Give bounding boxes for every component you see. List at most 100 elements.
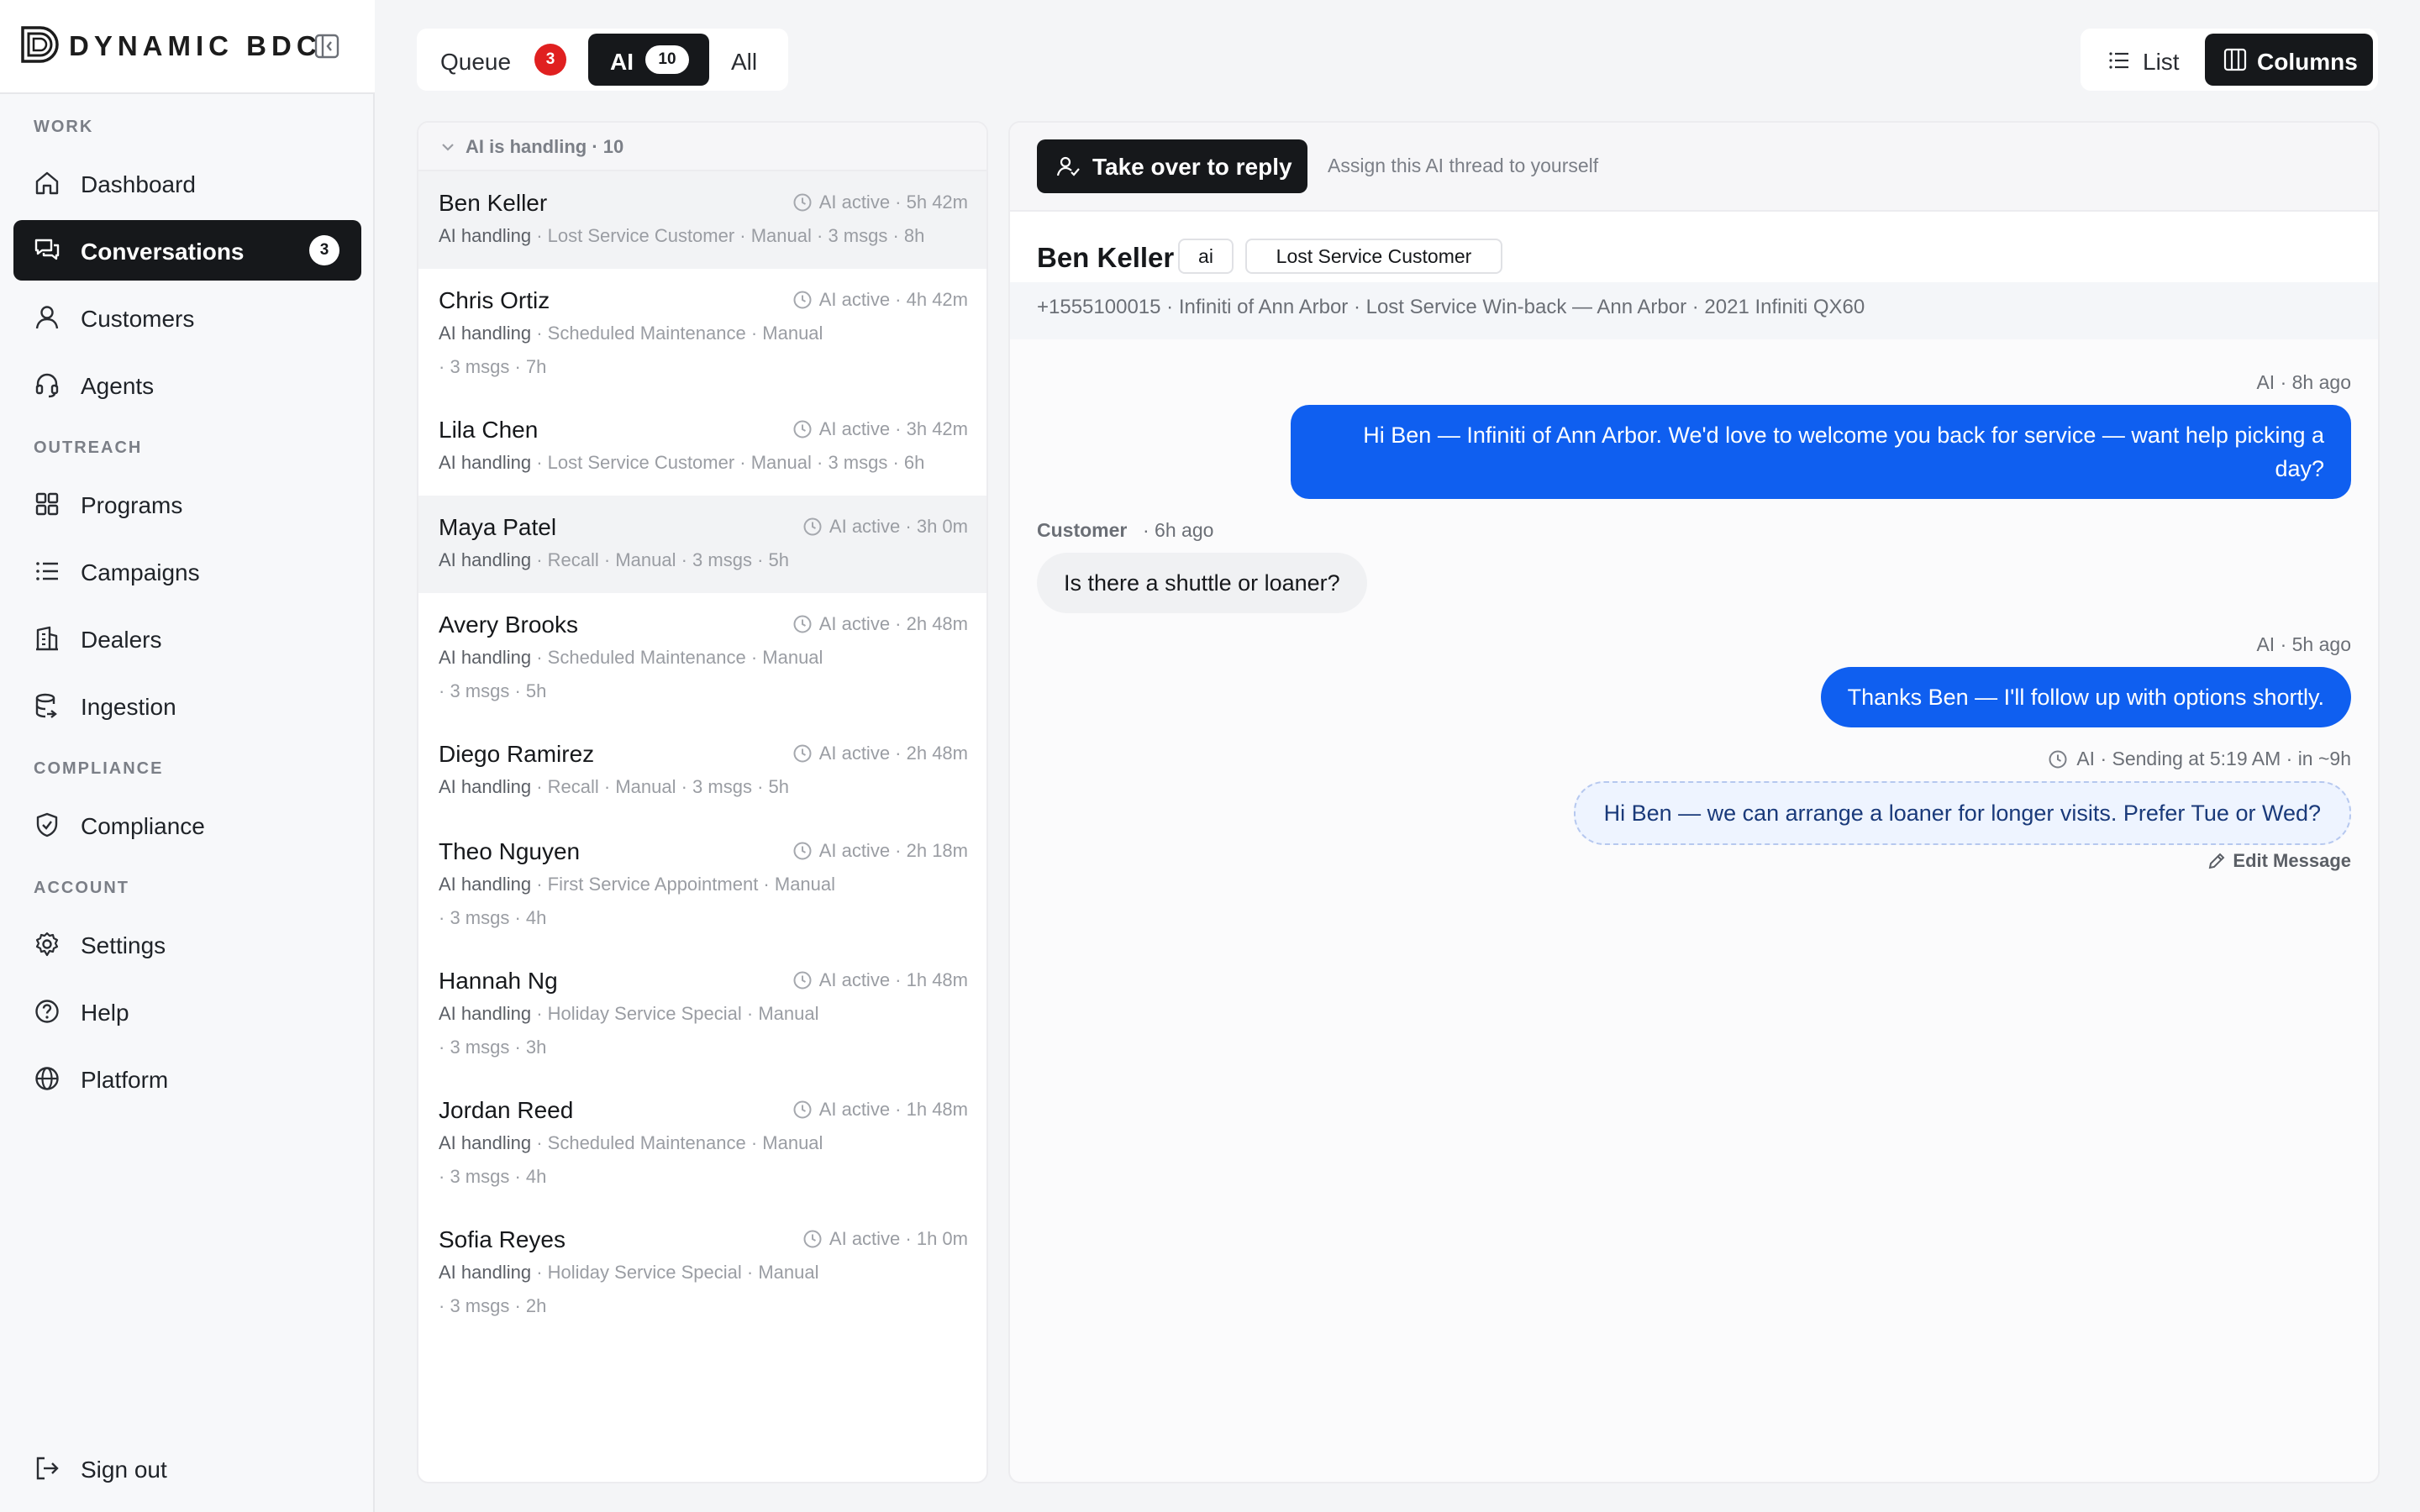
ai-handling-tag: AI handling bbox=[439, 323, 532, 344]
tab-ai[interactable]: AI 10 bbox=[588, 34, 709, 86]
conversation-meta-text: AI active · 3h 42m bbox=[818, 418, 968, 439]
conversation-subline-text: · Scheduled Maintenance · Manual bbox=[536, 323, 823, 344]
conversation-row[interactable]: Lila Chen AI active · 3h 42m AI handling ·… bbox=[418, 398, 986, 496]
conversation-meta-text: AI active · 1h 48m bbox=[818, 1099, 968, 1120]
help-circle-icon bbox=[34, 998, 60, 1025]
conversation-subline: AI handling · Scheduled Maintenance · Ma… bbox=[439, 318, 823, 349]
tab-ai-label: AI bbox=[610, 49, 634, 75]
sidebar-item-label: Campaigns bbox=[81, 559, 200, 585]
conversation-meta-text: AI active · 2h 48m bbox=[818, 743, 968, 764]
conversation-subline: AI handling · Holiday Service Special · … bbox=[439, 998, 818, 1030]
sidebar-item-label: Help bbox=[81, 1000, 129, 1026]
filter-tabs: Queue 3 AI 10 All bbox=[417, 29, 788, 91]
conversation-meta: AI active · 2h 48m bbox=[792, 613, 968, 635]
conversation-meta-text: AI active · 1h 0m bbox=[829, 1228, 968, 1249]
clock-icon bbox=[792, 970, 813, 990]
edit-message-button[interactable]: Edit Message bbox=[2207, 850, 2351, 872]
sidebar-item-programs[interactable]: Programs bbox=[13, 474, 361, 534]
conversation-subline-2: · 3 msgs · 7h bbox=[439, 356, 547, 377]
conversation-row[interactable]: Hannah Ng AI active · 1h 48m AI handling ·… bbox=[418, 949, 986, 1079]
sidebar-item-label: Customers bbox=[81, 306, 195, 332]
conversation-row[interactable]: Maya Patel AI active · 3h 0m AI handling ·… bbox=[418, 496, 986, 593]
sidebar-item-label: Settings bbox=[81, 932, 166, 958]
view-toggle: List Columns bbox=[2081, 29, 2378, 91]
sidebar-item-campaigns[interactable]: Campaigns bbox=[13, 541, 361, 601]
conversation-meta: AI active · 1h 48m bbox=[792, 1099, 968, 1121]
conversation-row[interactable]: Theo Nguyen AI active · 2h 18m AI handling… bbox=[418, 820, 986, 949]
scheduled-meta: AI · Sending at 5:19 AM · in ~9h bbox=[2048, 748, 2351, 770]
section-label-account: ACCOUNT bbox=[34, 879, 129, 897]
conversation-meta-text: AI active · 2h 18m bbox=[818, 840, 968, 861]
customer-header: Ben Keller ai Lost Service Customer +155… bbox=[1010, 212, 2378, 339]
conversation-name: Sofia Reyes bbox=[439, 1226, 566, 1252]
view-columns-button[interactable]: Columns bbox=[2205, 34, 2373, 86]
ai-chip: ai bbox=[1178, 239, 1234, 274]
sidebar-item-dealers[interactable]: Dealers bbox=[13, 608, 361, 669]
columns-icon bbox=[2223, 48, 2247, 71]
section-label-outreach: OUTREACH bbox=[34, 438, 143, 457]
clock-icon bbox=[792, 743, 813, 764]
brand-logo-icon bbox=[20, 25, 59, 64]
conversation-meta-text: AI active · 2h 48m bbox=[818, 613, 968, 634]
conversation-subline-text: · First Service Appointment · Manual bbox=[536, 874, 836, 895]
globe-icon bbox=[34, 1065, 60, 1092]
ai-handling-tag: AI handling bbox=[439, 647, 532, 668]
conversation-subline: AI handling · Recall · Manual · 3 msgs ·… bbox=[439, 771, 789, 803]
building-icon bbox=[34, 625, 60, 652]
sidebar-item-dashboard[interactable]: Dashboard bbox=[13, 153, 361, 213]
collapse-sidebar-icon[interactable] bbox=[314, 34, 339, 59]
conversation-name: Avery Brooks bbox=[439, 612, 578, 638]
conversation-subline: AI handling · Scheduled Maintenance · Ma… bbox=[439, 1127, 823, 1159]
conversation-subline-text: · Recall · Manual · 3 msgs · 5h bbox=[536, 776, 789, 797]
conversation-meta: AI active · 1h 0m bbox=[802, 1228, 968, 1250]
take-over-label: Take over to reply bbox=[1092, 154, 1292, 180]
sidebar-item-conversations[interactable]: Conversations 3 bbox=[13, 220, 361, 281]
clock-icon bbox=[792, 841, 813, 861]
ai-handling-tag: AI handling bbox=[439, 874, 532, 895]
view-list-button[interactable]: List bbox=[2086, 34, 2208, 86]
conversation-subline-text: · Scheduled Maintenance · Manual bbox=[536, 647, 823, 668]
sidebar-item-ingestion[interactable]: Ingestion bbox=[13, 675, 361, 736]
conversation-subline-text: · Lost Service Customer · Manual · 3 msg… bbox=[536, 452, 925, 473]
thread-toolbar: Take over to reply Assign this AI thread… bbox=[1010, 123, 2378, 212]
sidebar-item-compliance[interactable]: Compliance bbox=[13, 795, 361, 855]
queue-count-badge: 3 bbox=[534, 44, 566, 76]
conversations-count-badge: 3 bbox=[309, 235, 339, 265]
conversation-list: AI is handling · 10 Ben Keller AI active … bbox=[417, 121, 988, 1483]
conversation-subline-text: · Scheduled Maintenance · Manual bbox=[536, 1132, 823, 1153]
sidebar-item-label: Programs bbox=[81, 492, 183, 518]
conversation-row[interactable]: Avery Brooks AI active · 2h 48m AI handlin… bbox=[418, 593, 986, 722]
ai-handling-tag: AI handling bbox=[439, 225, 532, 246]
clock-icon bbox=[802, 1229, 823, 1249]
conversation-row[interactable]: Sofia Reyes AI active · 1h 0m AI handling … bbox=[418, 1208, 986, 1337]
conversation-subline: AI handling · Recall · Manual · 3 msgs ·… bbox=[439, 544, 789, 576]
sidebar-item-help[interactable]: Help bbox=[13, 981, 361, 1042]
conversation-row[interactable]: Ben Keller AI active · 5h 42m AI handling … bbox=[418, 171, 986, 269]
group-header[interactable]: AI is handling · 10 bbox=[418, 123, 986, 171]
conversation-name: Theo Nguyen bbox=[439, 838, 581, 864]
list-icon bbox=[34, 558, 60, 585]
sidebar-item-platform[interactable]: Platform bbox=[13, 1048, 361, 1109]
customer-details: +1555100015 · Infiniti of Ann Arbor · Lo… bbox=[1010, 282, 2378, 339]
clock-icon bbox=[792, 290, 813, 310]
ai-handling-tag: AI handling bbox=[439, 1262, 532, 1283]
tab-all-label: All bbox=[731, 49, 758, 75]
section-label-work: WORK bbox=[34, 118, 94, 136]
clock-icon bbox=[792, 419, 813, 439]
sidebar-item-agents[interactable]: Agents bbox=[13, 354, 361, 415]
sidebar-item-label: Sign out bbox=[81, 1457, 167, 1483]
conversation-row[interactable]: Diego Ramirez AI active · 2h 48m AI handli… bbox=[418, 722, 986, 820]
section-label-compliance: COMPLIANCE bbox=[34, 759, 164, 778]
sidebar-item-signout[interactable]: Sign out bbox=[13, 1438, 361, 1499]
conversation-row[interactable]: Chris Ortiz AI active · 4h 42m AI handling… bbox=[418, 269, 986, 398]
ai-handling-tag: AI handling bbox=[439, 1132, 532, 1153]
tab-queue[interactable]: Queue 3 bbox=[422, 34, 581, 86]
sidebar-item-settings[interactable]: Settings bbox=[13, 914, 361, 974]
clock-icon bbox=[792, 614, 813, 634]
sidebar-item-customers[interactable]: Customers bbox=[13, 287, 361, 348]
conversation-subline-text: · Holiday Service Special · Manual bbox=[536, 1262, 819, 1283]
edit-message-label: Edit Message bbox=[2233, 850, 2351, 871]
take-over-button[interactable]: Take over to reply bbox=[1037, 139, 1307, 193]
tab-all[interactable]: All bbox=[716, 34, 783, 86]
conversation-row[interactable]: Jordan Reed AI active · 1h 48m AI handling… bbox=[418, 1079, 986, 1208]
